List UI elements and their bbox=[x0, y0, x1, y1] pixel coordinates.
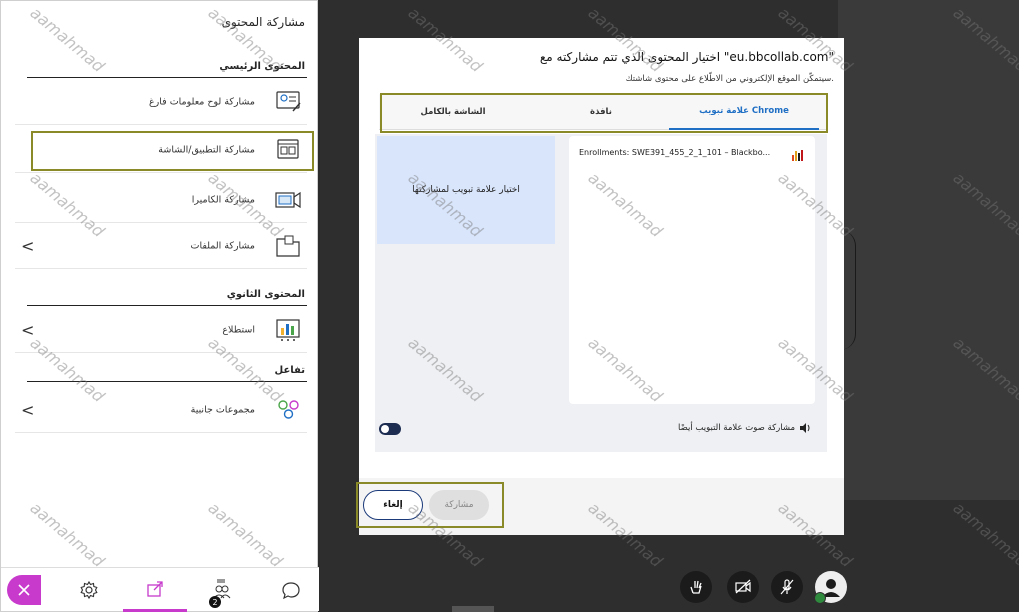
poll-icon bbox=[273, 317, 303, 343]
settings-button[interactable] bbox=[69, 568, 109, 612]
my-status-avatar[interactable] bbox=[814, 571, 847, 604]
status-check-icon bbox=[814, 592, 826, 604]
divider bbox=[27, 381, 307, 382]
folder-icon bbox=[273, 233, 303, 259]
divider bbox=[27, 305, 307, 306]
camera-icon bbox=[273, 187, 303, 213]
sidebar-item-label: مشاركة الملفات bbox=[190, 240, 256, 251]
gear-icon bbox=[80, 580, 98, 600]
chrome-tab-list: Enrollments: SWE391_455_2_1_101 – Blackb… bbox=[569, 136, 815, 404]
share-audio-row: مشاركة صوت علامة التبويب أيضًا bbox=[375, 420, 827, 440]
dialog-title: اختيار المحتوى الذي تتم مشاركته مع "eu.b… bbox=[539, 50, 834, 64]
sidebar-item-label: مشاركة لوح معلومات فارغ bbox=[149, 96, 255, 107]
speaker-icon bbox=[799, 422, 811, 437]
share-camera-item[interactable]: مشاركة الكاميرا bbox=[15, 177, 307, 223]
share-audio-label: مشاركة صوت علامة التبويب أيضًا bbox=[678, 423, 795, 433]
blackboard-favicon-icon bbox=[791, 146, 803, 161]
divider bbox=[27, 77, 307, 78]
stage-handle[interactable] bbox=[452, 606, 494, 612]
chat-button[interactable] bbox=[271, 568, 311, 612]
participants-count-badge: 2 bbox=[209, 596, 221, 608]
hand-icon bbox=[690, 580, 702, 594]
share-icon bbox=[147, 580, 163, 597]
panel-bottom-toolbar: 2 bbox=[1, 567, 319, 612]
close-panel-button[interactable] bbox=[7, 575, 41, 605]
share-source-area: اختيار علامة تبويب لمشاركتها Enrollments… bbox=[375, 134, 827, 452]
chevron-left-icon: < bbox=[21, 400, 35, 419]
interaction-heading: تفاعل bbox=[274, 365, 305, 376]
pick-tab-prompt: اختيار علامة تبويب لمشاركتها bbox=[377, 136, 555, 244]
dialog-subtitle: سيتمكّن الموقع الإلكتروني من الاطّلاع عل… bbox=[625, 74, 834, 84]
sidebar-item-label: مشاركة الكاميرا bbox=[191, 194, 255, 205]
share-content-tab[interactable] bbox=[123, 568, 187, 612]
footer-highlight-frame bbox=[356, 482, 504, 528]
breakout-groups-item[interactable]: < مجموعات جانبية bbox=[15, 387, 307, 433]
content-sharing-panel: مشاركة المحتوى المحتوى الرئيسي مشاركة لو… bbox=[0, 0, 319, 612]
secondary-content-heading: المحتوى الثانوي bbox=[226, 289, 305, 300]
chevron-left-icon: < bbox=[21, 320, 35, 339]
poll-item[interactable]: < استطلاع bbox=[15, 307, 307, 353]
chat-bubble-icon bbox=[282, 582, 300, 600]
stage-side-panel bbox=[838, 0, 1019, 500]
breakout-groups-icon bbox=[273, 397, 303, 423]
share-files-item[interactable]: < مشاركة الملفات bbox=[15, 223, 307, 269]
panel-title: مشاركة المحتوى bbox=[221, 15, 305, 29]
highlight-frame bbox=[31, 131, 314, 171]
tabs-highlight-frame bbox=[380, 93, 828, 133]
share-whiteboard-item[interactable]: مشاركة لوح معلومات فارغ bbox=[15, 79, 307, 125]
tab-entry-title[interactable]: Enrollments: SWE391_455_2_1_101 – Blackb… bbox=[579, 148, 770, 157]
close-icon bbox=[18, 584, 30, 596]
sidebar-item-label: مجموعات جانبية bbox=[190, 404, 255, 415]
microphone-toggle-button[interactable] bbox=[771, 571, 803, 603]
microphone-off-icon bbox=[780, 579, 794, 595]
whiteboard-icon bbox=[273, 89, 303, 115]
sidebar-item-label: استطلاع bbox=[222, 324, 255, 335]
participants-button[interactable]: 2 bbox=[201, 568, 241, 612]
camera-toggle-button[interactable] bbox=[727, 571, 759, 603]
primary-content-heading: المحتوى الرئيسي bbox=[219, 61, 305, 72]
camera-off-icon bbox=[735, 579, 751, 594]
share-content-dialog: اختيار المحتوى الذي تتم مشاركته مع "eu.b… bbox=[359, 38, 844, 535]
raise-hand-button[interactable] bbox=[680, 571, 712, 603]
share-audio-toggle[interactable] bbox=[379, 423, 401, 435]
chevron-left-icon: < bbox=[21, 236, 35, 255]
